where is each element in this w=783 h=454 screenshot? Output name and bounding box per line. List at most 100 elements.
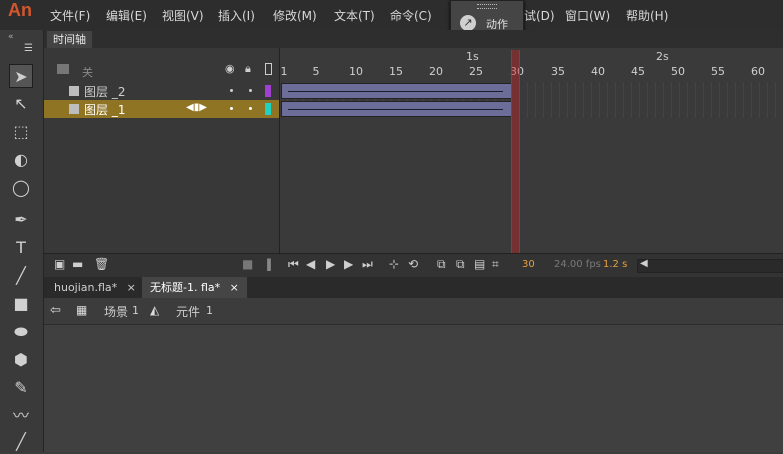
ruler-number: 25 — [469, 65, 483, 78]
scene-breadcrumb[interactable]: 场景 — [104, 303, 128, 320]
last-frame-icon[interactable]: ⏭ — [362, 257, 373, 272]
delete-icon[interactable]: 🗑︎ — [94, 257, 109, 271]
layer-row-selected[interactable]: 图层 _1 ◀▮▶ — [44, 100, 279, 118]
panel-grip-icon[interactable]: ‖ — [266, 257, 272, 271]
frame-row[interactable] — [280, 100, 783, 118]
frames-area[interactable]: 1s 2s 1 5 10 15 20 25 30 35 40 45 50 55 … — [279, 48, 783, 253]
current-frame-readout[interactable]: 30 — [522, 259, 535, 270]
edit-multiple-frames-icon[interactable]: ▤ — [474, 257, 485, 271]
scene-layer-icon — [57, 64, 69, 74]
modify-markers-icon[interactable]: ⌗ — [492, 257, 499, 272]
collapse-panel-icon[interactable]: « — [8, 32, 14, 42]
play-icon[interactable]: ▶ — [326, 257, 335, 271]
onion-outline-icon[interactable]: ⧉ — [456, 257, 465, 272]
menu-modify[interactable]: 修改(M) — [273, 7, 317, 24]
fps-readout[interactable]: 24.00 fps — [554, 259, 601, 270]
step-forward-icon[interactable]: ▶ — [344, 257, 353, 271]
polystar-tool-icon[interactable]: ⬢ — [9, 348, 33, 372]
camera-icon[interactable]: ■ — [242, 257, 253, 271]
show-hide-all-icon[interactable]: ◉ — [225, 62, 235, 75]
menu-edit[interactable]: 编辑(E) — [106, 7, 147, 24]
layer-icon — [69, 104, 79, 114]
onion-skin-icon[interactable]: ⧉ — [437, 257, 446, 272]
menu-window[interactable]: 窗口(W) — [565, 7, 610, 24]
layer-color-swatch[interactable] — [265, 103, 271, 115]
brush-tool-icon[interactable]: 〰 — [9, 404, 33, 428]
lock-all-icon[interactable]: 🔒︎ — [245, 62, 251, 76]
elapsed-time-readout[interactable]: 1.2 s — [603, 259, 627, 270]
first-frame-icon[interactable]: ⏮ — [288, 257, 299, 272]
line-tool-icon[interactable]: ╱ — [9, 264, 33, 288]
ruler-number: 20 — [429, 65, 443, 78]
popup-grip-handle[interactable] — [477, 4, 497, 9]
motion-tween-span[interactable] — [281, 101, 512, 117]
menu-file[interactable]: 文件(F) — [50, 7, 90, 24]
ruler-number: 50 — [671, 65, 685, 78]
ruler-number: 1 — [280, 65, 288, 78]
3d-rotation-tool-icon[interactable]: ◐ — [9, 148, 33, 172]
oval-tool-icon[interactable]: ⬬ — [9, 320, 33, 344]
ruler-number: 10 — [349, 65, 363, 78]
stage-area[interactable] — [44, 325, 783, 452]
selection-tool-icon[interactable]: ➤ — [9, 64, 33, 88]
timeline-controls: ▣ ▬ 🗑︎ ■ ‖ ⏮ ◀ ▶ ▶ ⏭ ⊹ ⟲ ⧉ ⧉ ▤ ⌗ 30 24.0… — [44, 253, 783, 277]
edit-bar: ⇦ ▦ 场景 1 ◭ 元件 1 — [44, 298, 783, 325]
symbol-icon: ◭ — [150, 303, 160, 317]
free-transform-tool-icon[interactable]: ⬚ — [9, 120, 33, 144]
timeline-panel: 关 ◉ 🔒︎ 图层 _2 图层 _1 ◀▮▶ 1s 2s 1 5 10 15 2… — [44, 48, 783, 277]
ruler-number: 35 — [551, 65, 565, 78]
pen-tool-icon[interactable]: ✒ — [9, 208, 33, 232]
layer-header: 关 ◉ 🔒︎ — [44, 48, 279, 79]
menu-help[interactable]: 帮助(H) — [626, 7, 668, 24]
keyframe-nav-icon[interactable]: ◀▮▶ — [186, 102, 207, 113]
step-back-icon[interactable]: ◀ — [306, 257, 315, 271]
close-icon[interactable]: × — [230, 281, 239, 294]
lock-dot[interactable] — [249, 89, 252, 92]
symbol-number: 1 — [206, 304, 213, 317]
menu-commands[interactable]: 命令(C) — [390, 7, 432, 24]
new-folder-icon[interactable]: ▬ — [72, 257, 83, 271]
timeline-ruler[interactable]: 1s 2s 1 5 10 15 20 25 30 35 40 45 50 55 … — [280, 48, 783, 78]
center-frame-icon[interactable]: ⊹ — [389, 257, 399, 271]
menu-text[interactable]: 文本(T) — [334, 7, 375, 24]
back-arrow-icon[interactable]: ⇦ — [50, 303, 61, 318]
close-icon[interactable]: × — [127, 281, 136, 294]
scroll-left-icon[interactable]: ◀ — [640, 258, 648, 269]
visibility-dot[interactable] — [230, 107, 233, 110]
lasso-tool-icon[interactable]: ◯ — [9, 176, 33, 200]
subselection-tool-icon[interactable]: ↖ — [9, 92, 33, 116]
playhead[interactable] — [511, 50, 520, 253]
tools-panel: « ☰ ➤ ↖ ⬚ ◐ ◯ ✒ T ╱ ■ ⬬ ⬢ ✎ 〰 ╱ — [0, 30, 44, 452]
visibility-dot[interactable] — [230, 89, 233, 92]
ruler-number: 55 — [711, 65, 725, 78]
doc-tab-huojian[interactable]: huojian.fla* × — [46, 277, 144, 298]
doc-tab-label: 无标题-1. fla* — [150, 281, 221, 294]
second-label: 2s — [656, 50, 669, 63]
lock-dot[interactable] — [249, 107, 252, 110]
menu-debug[interactable]: 试(D) — [524, 7, 555, 24]
rectangle-tool-icon[interactable]: ■ — [9, 292, 33, 316]
layer-row[interactable]: 图层 _2 — [44, 82, 279, 100]
motion-tween-span[interactable] — [281, 83, 512, 99]
scene-label: 关 — [82, 66, 93, 79]
paint-brush-tool-icon[interactable]: ╱ — [9, 430, 33, 454]
tab-timeline[interactable]: 时间轴 — [47, 31, 92, 48]
layer-name[interactable]: 图层 _1 — [84, 101, 125, 118]
menu-insert[interactable]: 插入(I) — [218, 7, 255, 24]
symbol-breadcrumb[interactable]: 元件 — [176, 303, 200, 320]
layer-name[interactable]: 图层 _2 — [84, 83, 125, 100]
outline-all-icon[interactable] — [265, 63, 272, 75]
loop-icon[interactable]: ⟲ — [408, 257, 418, 271]
doc-tab-untitled[interactable]: 无标题-1. fla* × — [142, 277, 247, 298]
text-tool-icon[interactable]: T — [9, 236, 33, 260]
app-logo: An — [8, 0, 32, 20]
menu-view[interactable]: 视图(V) — [162, 7, 204, 24]
ruler-number: 15 — [389, 65, 403, 78]
horizontal-scrollbar[interactable]: ◀ — [637, 258, 783, 273]
frame-row[interactable] — [280, 82, 783, 100]
scene-clapper-icon: ▦ — [76, 303, 88, 317]
pencil-tool-icon[interactable]: ✎ — [9, 376, 33, 400]
panel-menu-icon[interactable]: ☰ — [24, 43, 33, 54]
new-layer-icon[interactable]: ▣ — [54, 257, 65, 271]
layer-color-swatch[interactable] — [265, 85, 271, 97]
